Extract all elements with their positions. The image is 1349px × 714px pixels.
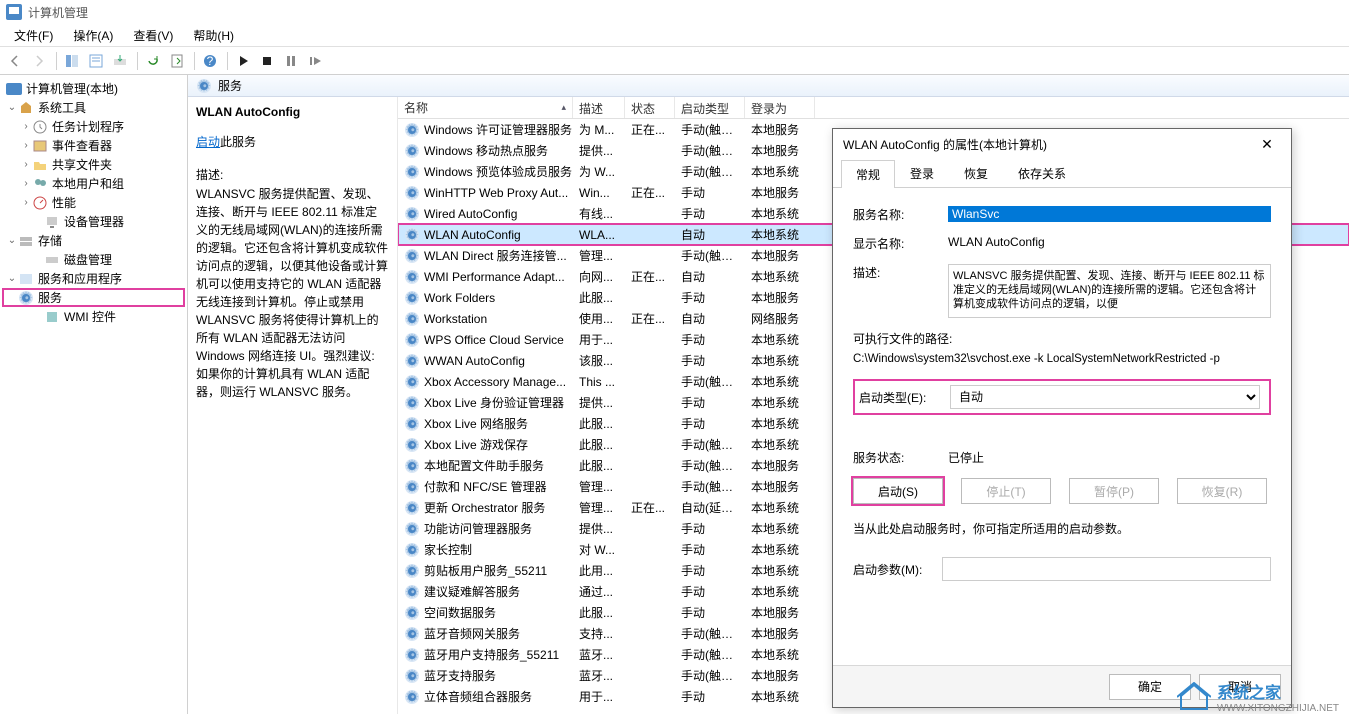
menu-bar: 文件(F) 操作(A) 查看(V) 帮助(H) [0, 24, 1349, 46]
properties-icon[interactable] [85, 50, 107, 72]
col-name[interactable]: 名称 [398, 97, 573, 118]
col-state[interactable]: 状态 [625, 97, 675, 118]
tab-deps[interactable]: 依存关系 [1003, 159, 1081, 187]
toolbar: ? [0, 46, 1349, 74]
tree-panel: 计算机管理(本地) ⌄系统工具 ›任务计划程序 ›事件查看器 ›共享文件夹 ›本… [0, 75, 188, 714]
stop-button: 停止(T) [961, 478, 1051, 504]
service-name-value: WlanSvc [948, 206, 1271, 222]
menu-help[interactable]: 帮助(H) [183, 27, 244, 44]
restart-icon[interactable] [304, 50, 326, 72]
tree-wmi[interactable]: WMI 控件 [2, 307, 185, 326]
help-icon[interactable]: ? [199, 50, 221, 72]
desc-text: WLANSVC 服务提供配置、发现、连接、断开与 IEEE 802.11 标准定… [196, 185, 389, 401]
gear-icon [196, 78, 212, 94]
service-status: 已停止 [948, 449, 984, 466]
tree-performance[interactable]: ›性能 [2, 193, 185, 212]
dialog-tabs: 常规 登录 恢复 依存关系 [833, 159, 1291, 188]
tree-event-viewer[interactable]: ›事件查看器 [2, 136, 185, 155]
forward-icon[interactable] [28, 50, 50, 72]
tree-task-scheduler[interactable]: ›任务计划程序 [2, 117, 185, 136]
tree-local-users[interactable]: ›本地用户和组 [2, 174, 185, 193]
back-icon[interactable] [4, 50, 26, 72]
refresh-icon[interactable] [142, 50, 164, 72]
detail-service-name: WLAN AutoConfig [196, 105, 389, 119]
col-start[interactable]: 启动类型 [675, 97, 745, 118]
stop-icon[interactable] [256, 50, 278, 72]
col-logon[interactable]: 登录为 [745, 97, 815, 118]
tree-disk-mgmt[interactable]: 磁盘管理 [2, 250, 185, 269]
tree-device-manager[interactable]: 设备管理器 [2, 212, 185, 231]
detail-pane: WLAN AutoConfig 启动此服务 描述: WLANSVC 服务提供配置… [188, 97, 398, 714]
export-list-icon[interactable] [166, 50, 188, 72]
tab-general[interactable]: 常规 [841, 160, 895, 188]
pause-button: 暂停(P) [1069, 478, 1159, 504]
tree-root[interactable]: 计算机管理(本地) [2, 79, 185, 98]
start-params-input[interactable] [942, 557, 1271, 581]
col-desc[interactable]: 描述 [573, 97, 625, 118]
desc-box[interactable]: WLANSVC 服务提供配置、发现、连接、断开与 IEEE 802.11 标准定… [948, 264, 1271, 318]
properties-dialog: WLAN AutoConfig 的属性(本地计算机) ✕ 常规 登录 恢复 依存… [832, 128, 1292, 708]
services-title: 服务 [218, 77, 242, 94]
start-button[interactable]: 启动(S) [853, 478, 943, 504]
house-icon [1177, 682, 1211, 712]
play-icon[interactable] [232, 50, 254, 72]
tree-shared-folders[interactable]: ›共享文件夹 [2, 155, 185, 174]
menu-file[interactable]: 文件(F) [4, 27, 63, 44]
desc-label: 描述: [196, 166, 389, 183]
start-link[interactable]: 启动 [196, 135, 220, 149]
menu-action[interactable]: 操作(A) [63, 27, 123, 44]
dialog-title: WLAN AutoConfig 的属性(本地计算机) [843, 136, 1253, 153]
display-name-value: WLAN AutoConfig [948, 235, 1271, 249]
menu-view[interactable]: 查看(V) [123, 27, 183, 44]
pause-icon[interactable] [280, 50, 302, 72]
title-bar: 计算机管理 [0, 0, 1349, 24]
services-header: 服务 [188, 75, 1349, 97]
dialog-note: 当从此处启动服务时，你可指定所适用的启动参数。 [853, 520, 1271, 537]
watermark: 系统之家WWW.XITONGZHIJIA.NET [1177, 679, 1339, 714]
tree-storage[interactable]: ⌄存储 [2, 231, 185, 250]
exe-path: C:\Windows\system32\svchost.exe -k Local… [853, 353, 1271, 365]
show-hide-icon[interactable] [61, 50, 83, 72]
tab-logon[interactable]: 登录 [895, 159, 949, 187]
close-icon[interactable]: ✕ [1253, 133, 1281, 155]
tab-recovery[interactable]: 恢复 [949, 159, 1003, 187]
tree-services[interactable]: 服务 [2, 288, 185, 307]
app-icon [6, 4, 22, 20]
export-icon[interactable] [109, 50, 131, 72]
window-title: 计算机管理 [28, 4, 88, 21]
list-header: 名称 描述 状态 启动类型 登录为 [398, 97, 1349, 119]
startup-type-select[interactable]: 自动 [950, 385, 1260, 409]
resume-button: 恢复(R) [1177, 478, 1267, 504]
tree-services-apps[interactable]: ⌄服务和应用程序 [2, 269, 185, 288]
svg-text:?: ? [207, 54, 214, 68]
tree-system-tools[interactable]: ⌄系统工具 [2, 98, 185, 117]
